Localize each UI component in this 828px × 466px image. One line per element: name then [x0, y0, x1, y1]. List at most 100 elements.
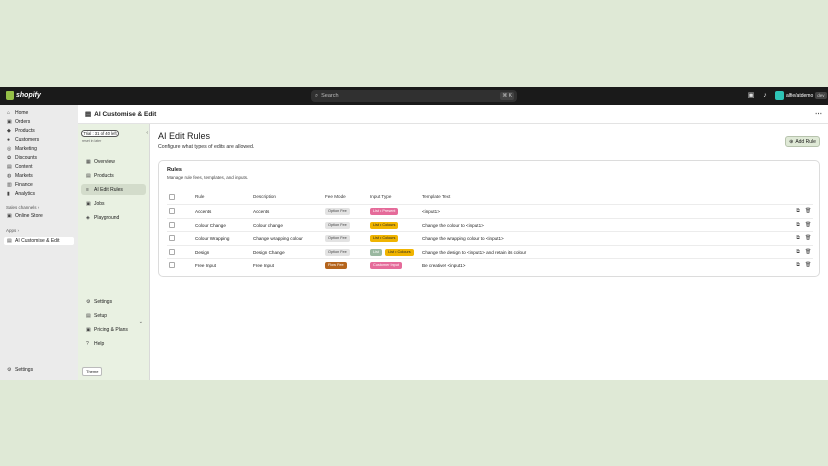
bell-icon[interactable]: ♪ [761, 92, 769, 100]
app-nav-products[interactable]: ▤ Products [81, 170, 146, 181]
app-nav-jobs[interactable]: ▣ Jobs [81, 198, 146, 209]
store-menu[interactable]: alfie/atdemo dev [775, 91, 827, 100]
shopify-logo[interactable]: shopify [6, 91, 41, 100]
setup-icon: ▤ [86, 312, 91, 319]
app-nav-label: Jobs [94, 200, 105, 207]
sidebar-item-online-store[interactable]: ▣ Online Store [4, 212, 74, 220]
trash-icon[interactable]: 🗑 [805, 249, 811, 255]
playground-icon: ◈ [86, 214, 90, 221]
trash-icon[interactable]: 🗑 [805, 222, 811, 228]
row-checkbox[interactable] [169, 221, 175, 228]
copy-icon[interactable]: ⧉ [795, 249, 801, 255]
copy-icon[interactable]: ⧉ [795, 208, 801, 214]
app-nav-ai-edit-rules[interactable]: ≡ AI Edit Rules [81, 184, 146, 195]
sidebar-item-content[interactable]: ▤ Content [4, 163, 74, 171]
app-nav-settings[interactable]: ⚙ Settings [81, 296, 146, 307]
gear-icon: ⚙ [7, 366, 12, 373]
sidebar-item-label: Customers [15, 137, 40, 143]
app-nav-label: Help [94, 340, 105, 347]
select-all-checkbox[interactable] [169, 194, 175, 200]
row-checkbox[interactable] [169, 262, 175, 268]
table-row[interactable]: Colour Wrapping Change wrapping colour Opt… [167, 231, 813, 244]
sidebar-item-orders[interactable]: ▣ Orders [4, 118, 74, 126]
pricing-icon: ▣ [86, 326, 91, 333]
collapse-nav-icon[interactable]: ‹ [146, 130, 148, 136]
trash-icon[interactable]: 🗑 [805, 262, 811, 268]
trial-badge: Trial : 31 of 40 left [81, 130, 119, 137]
sidebar-item-analytics[interactable]: ▮ Analytics [4, 190, 74, 198]
copy-icon[interactable]: ⧉ [795, 222, 801, 228]
more-actions-icon[interactable]: ⋯ [815, 110, 822, 118]
rules-card: Rules Manage rule fees, templates, and i… [158, 160, 820, 277]
sidebar-item-label: Products [15, 128, 35, 134]
copy-icon[interactable]: ⧉ [795, 262, 801, 268]
add-rule-button[interactable]: ⊕ Add Rule [785, 136, 820, 147]
rule-description: Accents [253, 209, 270, 214]
input-type-badge: List • Colours [370, 221, 399, 229]
sidebar-item-label: Finance [15, 182, 33, 188]
sales-channels-label[interactable]: Sales channels › [6, 205, 39, 210]
discount-icon: ✿ [7, 154, 12, 161]
table-row[interactable]: Colour Change Colour change Option Fee List… [167, 217, 813, 231]
input-type-badge: List • Present [370, 208, 399, 215]
sidebar-item-discounts[interactable]: ✿ Discounts [4, 154, 74, 162]
rule-description: Free Input [253, 263, 274, 268]
row-checkbox[interactable] [169, 248, 175, 255]
content-icon: ▤ [7, 163, 12, 170]
column-header: Rule [195, 194, 205, 199]
theme-button[interactable]: Theme [82, 367, 103, 376]
sidebar-item-label: Marketing [15, 146, 37, 152]
trash-icon[interactable]: 🗑 [805, 235, 811, 241]
trash-icon[interactable]: 🗑 [805, 208, 811, 214]
app-nav-playground[interactable]: ◈ Playground [81, 212, 146, 223]
fee-mode-badge: Flow Fee [325, 262, 347, 269]
template-text: <input1> [422, 209, 440, 214]
sidebar-item-label: Discounts [15, 155, 37, 161]
orders-icon: ▣ [7, 118, 12, 125]
sidebar-item-label: Content [15, 164, 33, 170]
rule-name: Design [195, 249, 210, 255]
main-area: ▤ AI Customise & Edit ⋯ Trial : 31 of 40… [78, 105, 828, 380]
table-row[interactable]: Free Input Free Input Flow Fee Customer Inp… [167, 258, 813, 271]
app-nav-setup[interactable]: ▤ Setup [81, 310, 146, 321]
target-icon: ◎ [7, 145, 12, 152]
add-rule-label: Add Rule [795, 138, 816, 145]
apps-label[interactable]: Apps › [6, 228, 19, 233]
table-row[interactable]: Accents Accents Option Fee List • Present <i… [167, 204, 813, 217]
search-icon: ⌕ [315, 92, 319, 99]
store-switch-icon[interactable]: ▣ [747, 92, 755, 100]
input-type-badge: List • Colours [385, 248, 414, 256]
store-avatar [775, 91, 784, 100]
app-nav-label: Settings [94, 298, 113, 305]
sidebar-item-finance[interactable]: ▥ Finance [4, 181, 74, 189]
app-nav-label: Playground [94, 214, 120, 221]
sidebar-item-home[interactable]: ⌂ Home [4, 109, 74, 117]
row-checkbox[interactable] [169, 235, 175, 241]
copy-icon[interactable]: ⧉ [795, 235, 801, 241]
app-nav-label: Overview [94, 158, 115, 165]
sidebar-item-settings[interactable]: ⚙ Settings [4, 366, 74, 374]
column-header: Description [253, 194, 276, 199]
store-name: alfie/atdemo [786, 92, 814, 99]
sidebar-item-ai-customise[interactable]: ▤ AI Customise & Edit [4, 237, 74, 245]
chart-icon: ▮ [7, 190, 10, 197]
sidebar-item-customers[interactable]: ● Customers [4, 136, 74, 144]
search-bar[interactable]: ⌕ Search ⌘ K [311, 90, 517, 102]
store-tag: dev [815, 92, 827, 99]
sidebar-item-markets[interactable]: ◍ Markets [4, 172, 74, 180]
jobs-icon: ▣ [86, 200, 91, 207]
fee-mode-badge: Option Fee [325, 235, 350, 242]
app-nav-pricing-plans[interactable]: ▣ Pricing & Plans [81, 324, 146, 335]
app-nav-help[interactable]: ? Help [81, 338, 146, 349]
page-content: AI Edit Rules Configure what types of ed… [150, 124, 828, 380]
sidebar-item-products[interactable]: ◆ Products [4, 127, 74, 135]
template-text: Change the design to <input1> and retain… [422, 249, 527, 255]
app-icon: ▤ [7, 237, 12, 244]
sidebar-item-marketing[interactable]: ◎ Marketing [4, 145, 74, 153]
app-nav: Trial : 31 of 40 left reset in later ‹ ⌄… [78, 124, 150, 380]
table-row[interactable]: Design Design Change Option Fee List List • … [167, 244, 813, 258]
column-header: Fee Mode [325, 194, 346, 199]
app-nav-overview[interactable]: ▦ Overview [81, 156, 146, 167]
bank-icon: ▥ [7, 181, 12, 188]
row-checkbox[interactable] [169, 208, 175, 214]
